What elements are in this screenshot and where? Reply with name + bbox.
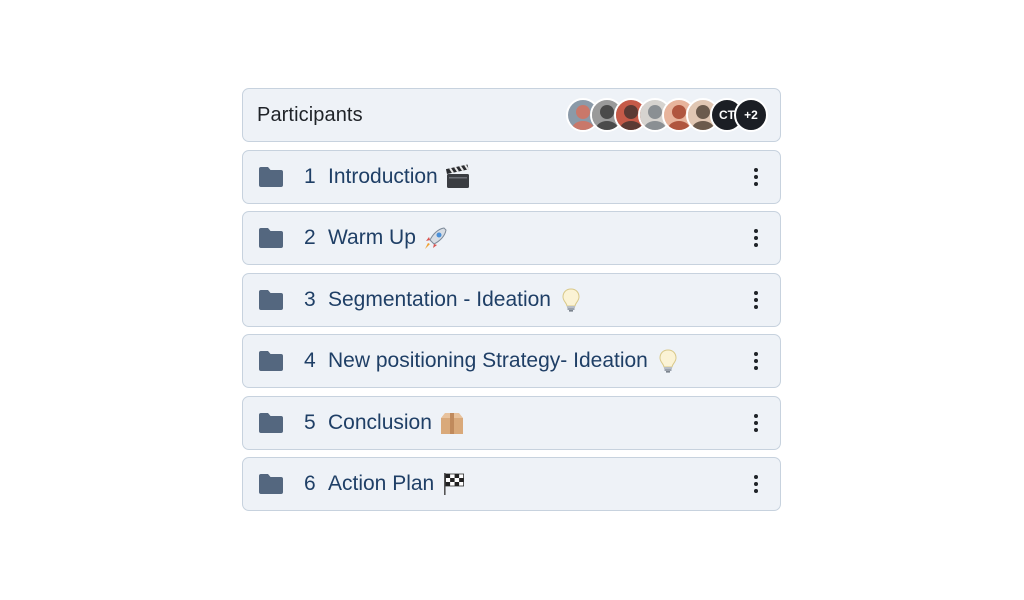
section-number: 2 xyxy=(304,226,316,249)
participants-title: Participants xyxy=(257,103,363,126)
section-number: 1 xyxy=(304,164,316,188)
section-item[interactable]: 6 Action Plan xyxy=(242,457,781,511)
section-number: 4 xyxy=(304,349,316,372)
more-options-icon[interactable] xyxy=(748,350,764,372)
folder-icon xyxy=(259,474,283,494)
section-item[interactable]: 2 Warm Up xyxy=(242,211,781,265)
rocket-icon xyxy=(416,224,450,252)
light-bulb-icon xyxy=(551,286,585,314)
section-panel: Participants CT +2 1 Introduction 2 Warm Up 3… xyxy=(242,88,781,519)
more-options-icon[interactable] xyxy=(748,473,764,495)
participants-card: Participants CT +2 xyxy=(242,88,781,142)
section-number: 6 xyxy=(304,472,316,495)
more-options-icon[interactable] xyxy=(748,412,764,434)
section-title: Warm Up xyxy=(328,226,416,249)
section-item[interactable]: 1 Introduction xyxy=(242,149,781,204)
package-box-icon xyxy=(432,409,466,437)
folder-icon xyxy=(259,166,283,187)
avatar-more-count[interactable]: +2 xyxy=(734,98,768,132)
section-title: Introduction xyxy=(328,164,438,188)
section-item[interactable]: 3 Segmentation - Ideation xyxy=(242,272,781,327)
clapper-board-icon xyxy=(438,163,472,191)
more-options-icon[interactable] xyxy=(748,166,764,188)
section-item[interactable]: 4 New positioning Strategy- Ideation xyxy=(242,334,781,388)
participant-avatars[interactable]: CT +2 xyxy=(566,98,768,132)
section-number: 5 xyxy=(304,410,316,434)
section-number: 3 xyxy=(304,287,316,311)
folder-icon xyxy=(259,351,283,371)
more-options-icon[interactable] xyxy=(748,227,764,249)
more-options-icon[interactable] xyxy=(748,289,764,311)
checkered-flag-icon xyxy=(434,470,468,498)
folder-icon xyxy=(259,412,283,433)
section-title: Action Plan xyxy=(328,472,435,495)
section-title: Segmentation - Ideation xyxy=(328,287,551,311)
section-item[interactable]: 5 Conclusion xyxy=(242,395,781,450)
section-title: New positioning Strategy- Ideation xyxy=(328,349,648,372)
light-bulb-icon xyxy=(648,347,682,375)
section-title: Conclusion xyxy=(328,410,432,434)
folder-icon xyxy=(259,228,283,248)
folder-icon xyxy=(259,289,283,310)
